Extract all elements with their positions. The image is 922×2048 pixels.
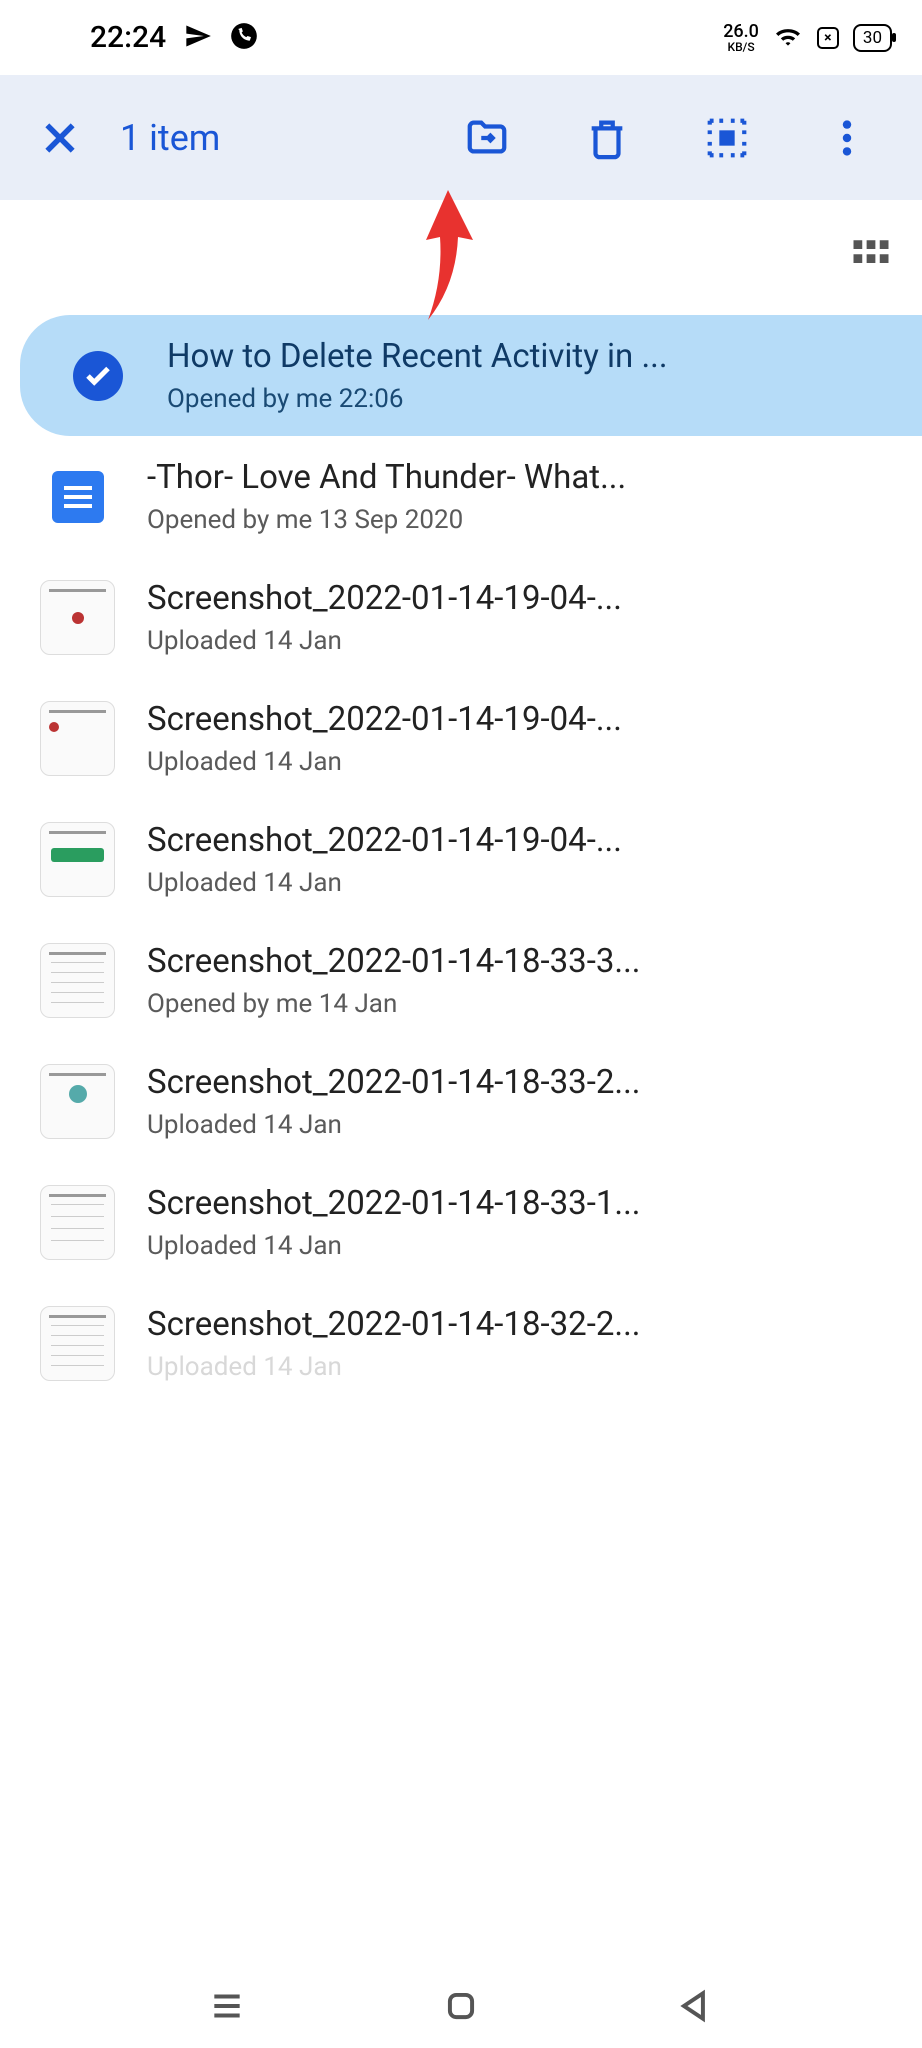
wifi-icon — [773, 24, 803, 52]
file-row[interactable]: Screenshot_2022-01-14-18-33-2... Uploaded… — [0, 1041, 922, 1162]
file-row[interactable]: Screenshot_2022-01-14-18-33-1... Uploaded… — [0, 1162, 922, 1283]
file-row[interactable]: Screenshot_2022-01-14-19-04-... Uploaded … — [0, 678, 922, 799]
close-selection-button[interactable] — [30, 108, 90, 168]
file-title: -Thor- Love And Thunder- What... — [147, 458, 898, 497]
file-subtitle: Uploaded 14 Jan — [147, 626, 898, 656]
file-text: Screenshot_2022-01-14-19-04-... Uploaded … — [115, 700, 898, 777]
file-text: Screenshot_2022-01-14-19-04-... Uploaded … — [115, 579, 898, 656]
file-text: Screenshot_2022-01-14-19-04-... Uploaded … — [115, 821, 898, 898]
file-subtitle: Opened by me 13 Sep 2020 — [147, 505, 898, 535]
selected-check-icon — [60, 351, 135, 401]
image-thumbnail — [40, 1185, 115, 1260]
file-text: -Thor- Love And Thunder- What... Opened b… — [115, 458, 898, 535]
file-title: Screenshot_2022-01-14-18-33-3... — [147, 942, 898, 981]
file-row[interactable]: -Thor- Love And Thunder- What... Opened b… — [0, 436, 922, 557]
file-list[interactable]: How to Delete Recent Activity in ... Open… — [0, 315, 922, 1404]
move-to-folder-button[interactable] — [462, 113, 512, 163]
file-row[interactable]: Screenshot_2022-01-14-18-32-2... Uploaded… — [0, 1283, 922, 1404]
clock: 22:24 — [90, 20, 166, 55]
send-icon — [184, 22, 212, 54]
file-row[interactable]: Screenshot_2022-01-14-19-04-... Uploaded … — [0, 557, 922, 678]
view-row — [0, 200, 922, 315]
screen-mirror-icon: × — [817, 27, 839, 49]
file-subtitle: Opened by me 14 Jan — [147, 989, 898, 1019]
file-title: How to Delete Recent Activity in ... — [167, 337, 898, 376]
file-row[interactable]: Screenshot_2022-01-14-18-33-3... Opened b… — [0, 920, 922, 1041]
toolbar-actions — [462, 113, 872, 163]
file-title: Screenshot_2022-01-14-18-33-1... — [147, 1184, 898, 1223]
file-subtitle: Uploaded 14 Jan — [147, 1231, 898, 1261]
more-options-button[interactable] — [822, 113, 872, 163]
image-thumbnail — [40, 943, 115, 1018]
network-speed: 26.0 KB/S — [723, 23, 759, 53]
grid-view-toggle[interactable] — [850, 235, 892, 281]
file-title: Screenshot_2022-01-14-19-04-... — [147, 700, 898, 739]
selection-toolbar: 1 item — [0, 75, 922, 200]
file-title: Screenshot_2022-01-14-19-04-... — [147, 579, 898, 618]
file-subtitle: Uploaded 14 Jan — [147, 747, 898, 777]
file-subtitle: Uploaded 14 Jan — [147, 1110, 898, 1140]
navigation-bar — [0, 1963, 922, 2048]
file-title: Screenshot_2022-01-14-18-33-2... — [147, 1063, 898, 1102]
phone-icon — [230, 22, 258, 54]
image-thumbnail — [40, 580, 115, 655]
selection-count: 1 item — [120, 117, 462, 159]
google-doc-icon — [40, 471, 115, 523]
status-right: 26.0 KB/S × 30 — [723, 23, 892, 53]
back-nav-button[interactable] — [670, 1981, 720, 2031]
file-text: Screenshot_2022-01-14-18-32-2... Uploaded… — [115, 1305, 898, 1382]
file-text: Screenshot_2022-01-14-18-33-1... Uploaded… — [115, 1184, 898, 1261]
status-bar: 22:24 26.0 KB/S × 30 — [0, 0, 922, 75]
image-thumbnail — [40, 1064, 115, 1139]
delete-button[interactable] — [582, 113, 632, 163]
recents-nav-button[interactable] — [202, 1981, 252, 2031]
select-all-button[interactable] — [702, 113, 752, 163]
home-nav-button[interactable] — [436, 1981, 486, 2031]
file-text: How to Delete Recent Activity in ... Open… — [135, 337, 898, 414]
image-thumbnail — [40, 1306, 115, 1381]
status-left: 22:24 — [90, 20, 258, 55]
file-row[interactable]: Screenshot_2022-01-14-19-04-... Uploaded … — [0, 799, 922, 920]
battery-indicator: 30 — [853, 24, 892, 52]
file-row[interactable]: How to Delete Recent Activity in ... Open… — [20, 315, 922, 436]
file-text: Screenshot_2022-01-14-18-33-2... Uploaded… — [115, 1063, 898, 1140]
file-subtitle: Uploaded 14 Jan — [147, 1352, 898, 1382]
file-text: Screenshot_2022-01-14-18-33-3... Opened b… — [115, 942, 898, 1019]
image-thumbnail — [40, 822, 115, 897]
image-thumbnail — [40, 701, 115, 776]
file-title: Screenshot_2022-01-14-18-32-2... — [147, 1305, 898, 1344]
file-title: Screenshot_2022-01-14-19-04-... — [147, 821, 898, 860]
file-subtitle: Opened by me 22:06 — [167, 384, 898, 414]
file-subtitle: Uploaded 14 Jan — [147, 868, 898, 898]
